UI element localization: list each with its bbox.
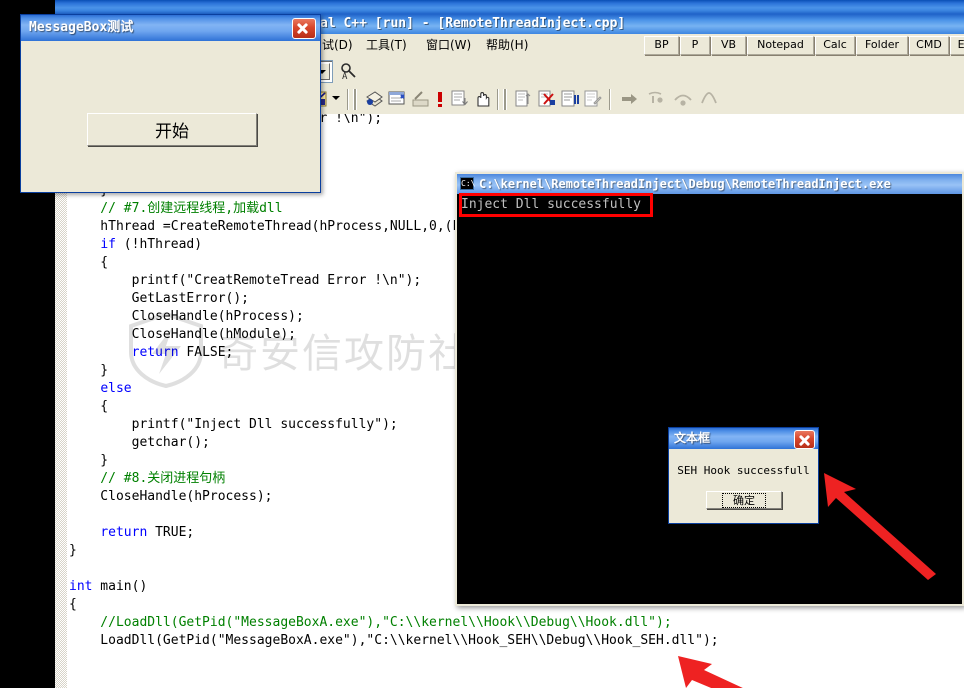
editor-gutter <box>55 114 67 688</box>
toolbar-separator-3 <box>497 89 499 110</box>
code-token: // #7.创建远程线程,加载dll <box>69 201 283 216</box>
code-token: //LoadDll(GetPid("MessageBoxA.exe"),"C:\… <box>69 615 672 630</box>
step-into-icon[interactable] <box>647 90 667 108</box>
screen-root: al C++ [run] - [RemoteThreadInject.cpp] … <box>0 0 964 688</box>
code-token: { <box>69 399 109 414</box>
code-token: return <box>100 525 148 540</box>
menu-item-window[interactable]: 窗口(W) <box>424 37 473 53</box>
hand-pause-icon[interactable] <box>474 90 492 108</box>
code-token: else <box>100 381 132 396</box>
svg-text:A: A <box>342 72 348 80</box>
code-token: FALSE; <box>178 345 234 360</box>
code-line: //LoadDll(GetPid("MessageBoxA.exe"),"C:\… <box>69 614 959 632</box>
code-token: return <box>131 345 179 360</box>
messagebox-test-body: 开始 <box>21 41 320 192</box>
quick-button-folder[interactable]: Folder <box>856 36 908 55</box>
quick-button-p[interactable]: P <box>680 36 710 55</box>
stop-debug-icon[interactable] <box>538 90 556 108</box>
code-token: CloseHandle(hProcess); <box>69 489 273 504</box>
code-token: main() <box>92 579 148 594</box>
start-button[interactable]: 开始 <box>87 113 257 146</box>
quick-button-exit[interactable]: Exit <box>950 36 964 55</box>
console-titlebar[interactable]: C:\ C:\kernel\RemoteThreadInject\Debug\R… <box>457 174 962 194</box>
quick-button-cmd[interactable]: CMD <box>909 36 949 55</box>
code-token: CloseHandle(hModule); <box>69 327 296 342</box>
code-token: printf("Inject Dll successfully"); <box>69 417 398 432</box>
code-token: { <box>69 255 109 270</box>
insert-breakpoint-icon[interactable] <box>365 90 384 108</box>
clear-breakpoints-icon[interactable] <box>411 90 430 108</box>
menu-item-tools[interactable]: 工具(T) <box>364 37 409 53</box>
code-token: printf("CreatRemoteTread Error !\n"); <box>69 273 422 288</box>
toolbar-gripper-3[interactable] <box>353 89 357 110</box>
quick-button-vb[interactable]: VB <box>711 36 746 55</box>
toolbar-separator-2 <box>347 89 349 110</box>
close-icon[interactable] <box>794 430 815 449</box>
console-window[interactable]: C:\ C:\kernel\RemoteThreadInject\Debug\R… <box>455 172 964 606</box>
ok-button[interactable]: 确定 <box>706 491 782 509</box>
code-token: GetLastError(); <box>69 291 250 306</box>
messagebox-test-titlebar[interactable]: MessageBox测试 <box>21 15 320 42</box>
console-icon: C:\ <box>460 177 476 190</box>
chevron-down-icon-3[interactable] <box>332 96 340 100</box>
error-exclamation-icon[interactable] <box>435 90 445 108</box>
toolbar-separator-4 <box>609 89 611 110</box>
console-output-area[interactable]: Inject Dll successfully <box>457 193 962 604</box>
output-list-icon[interactable] <box>451 90 469 108</box>
code-token: getchar(); <box>69 435 210 450</box>
quick-button-calc[interactable]: Calc <box>815 36 855 55</box>
step-over-icon[interactable] <box>673 90 693 108</box>
step-out-icon[interactable] <box>699 90 719 108</box>
messagebox-test-dialog[interactable]: MessageBox测试 开始 <box>20 14 321 193</box>
menu-item-help[interactable]: 帮助(H) <box>484 37 530 53</box>
textbox-dialog-titlebar[interactable]: 文本框 <box>669 428 818 450</box>
code-token: { <box>69 597 77 612</box>
ide-window-title: al C++ [run] - [RemoteThreadInject.cpp] <box>320 16 626 31</box>
code-line: LoadDll(GetPid("MessageBoxA.exe"),"C:\\k… <box>69 632 959 650</box>
ide-titlebar-strip <box>55 0 964 14</box>
find-symbol-icon[interactable]: A <box>340 62 358 82</box>
code-token: (!hThread) <box>115 237 203 252</box>
toolbar-gripper-4[interactable] <box>503 89 507 110</box>
code-token: if <box>100 237 116 252</box>
menu-item-debug[interactable]: 试(D) <box>320 37 355 53</box>
textbox-dialog[interactable]: 文本框 SEH Hook successfull 确定 <box>668 427 819 524</box>
messagebox-test-title: MessageBox测试 <box>29 20 134 35</box>
ok-button-label: 确定 <box>722 492 766 508</box>
code-token: CloseHandle(hProcess); <box>69 309 304 324</box>
step-restart-icon[interactable] <box>515 90 533 108</box>
code-token: LoadDll(GetPid("MessageBoxA.exe"),"C:\\k… <box>69 633 719 648</box>
run-to-cursor-icon[interactable] <box>621 93 639 105</box>
textbox-dialog-message: SEH Hook successfull <box>677 464 810 477</box>
quick-button-notepad[interactable]: Notepad <box>747 36 814 55</box>
textbox-dialog-title: 文本框 <box>674 431 711 445</box>
break-execution-icon[interactable] <box>561 90 579 108</box>
textbox-dialog-body: SEH Hook successfull 确定 <box>669 449 818 523</box>
code-token: int <box>69 579 93 594</box>
console-highlight-box <box>459 193 653 217</box>
close-icon[interactable] <box>292 18 316 39</box>
code-token: } <box>69 363 109 378</box>
console-window-title: C:\kernel\RemoteThreadInject\Debug\Remot… <box>479 177 891 191</box>
code-token: } <box>69 543 77 558</box>
breakpoints-window-icon[interactable] <box>388 90 407 108</box>
code-token: // #8.关闭进程句柄 <box>69 471 226 486</box>
edit-document-icon[interactable] <box>584 90 602 108</box>
code-token: } <box>69 453 109 468</box>
quick-button-bp[interactable]: BP <box>644 36 679 55</box>
code-token: TRUE; <box>147 525 195 540</box>
start-button-label: 开始 <box>155 122 189 142</box>
